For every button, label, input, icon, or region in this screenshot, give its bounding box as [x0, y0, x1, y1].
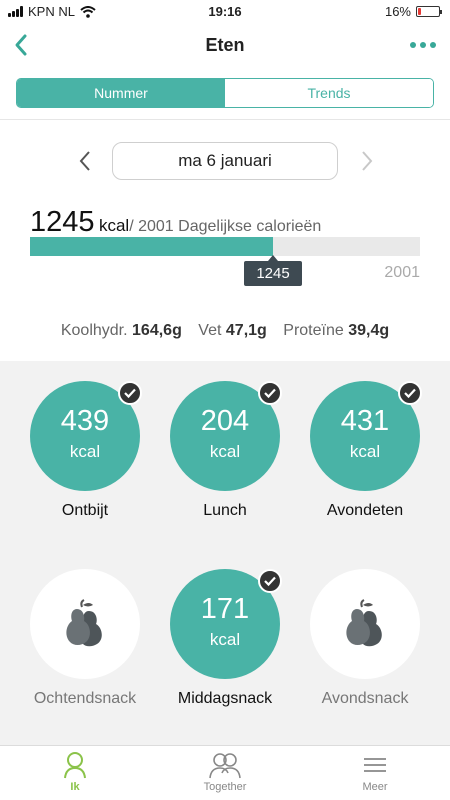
- previous-day-icon[interactable]: [74, 148, 98, 174]
- date-picker-button[interactable]: ma 6 januari: [112, 142, 338, 180]
- calorie-progress-bar: [30, 237, 420, 256]
- meal-kcal-unit: kcal: [349, 442, 381, 461]
- meal-kcal-value: 171: [200, 593, 250, 625]
- tab-meer[interactable]: Meer: [325, 751, 425, 793]
- tab-ik[interactable]: Ik: [25, 751, 125, 793]
- meal-circle[interactable]: 204 kcal: [170, 381, 282, 491]
- battery-percent: 16%: [384, 4, 411, 19]
- segment-container: Nummer Trends: [0, 68, 450, 120]
- tab-label: Together: [203, 781, 247, 793]
- calorie-progress-fill: [30, 237, 273, 256]
- meal-circle[interactable]: [30, 569, 140, 679]
- meal-kcal-value: 431: [340, 405, 390, 437]
- fat-label: Vet: [198, 322, 222, 339]
- check-icon: [118, 381, 142, 405]
- protein-label: Proteïne: [283, 322, 344, 339]
- meal-avondeten[interactable]: 431 kcal Avondeten: [295, 381, 435, 521]
- meal-ontbijt[interactable]: 439 kcal Ontbijt: [15, 381, 155, 521]
- calories-unit: kcal: [98, 216, 130, 235]
- meal-label: Avondeten: [326, 502, 404, 519]
- tab-nummer[interactable]: Nummer: [17, 79, 225, 107]
- meal-kcal-unit: kcal: [209, 442, 241, 461]
- tab-together[interactable]: Together: [175, 751, 275, 793]
- progress-tooltip: 1245: [244, 255, 302, 286]
- date-selector: ma 6 januari: [0, 142, 450, 180]
- macro-summary: Koolhydr. 164,6g Vet 47,1g Proteïne 39,4…: [0, 322, 450, 340]
- meal-label: Lunch: [203, 502, 247, 519]
- check-icon: [398, 381, 422, 405]
- calories-consumed: 1245: [30, 206, 95, 238]
- pear-icon: [346, 599, 382, 647]
- status-right: 16%: [384, 4, 442, 19]
- protein-value: 39,4g: [348, 322, 390, 339]
- check-icon: [258, 381, 282, 405]
- calories-goal-text: / 2001 Dagelijkse calorieën: [129, 218, 322, 235]
- pear-icon: [66, 599, 102, 647]
- segmented-control: Nummer Trends: [16, 78, 434, 108]
- person-icon: [64, 752, 86, 779]
- meal-circle[interactable]: [310, 569, 420, 679]
- calorie-total: 1245 kcal/ 2001 Dagelijkse calorieën: [30, 206, 321, 239]
- meal-kcal-value: 439: [60, 405, 110, 437]
- tab-trends[interactable]: Trends: [225, 79, 433, 107]
- menu-icon: [364, 758, 386, 772]
- meal-circle[interactable]: 439 kcal: [30, 381, 142, 491]
- status-time: 19:16: [208, 4, 242, 19]
- meal-ochtendsnack[interactable]: Ochtendsnack: [15, 569, 155, 709]
- calorie-summary: ma 6 januari 1245 kcal/ 2001 Dagelijkse …: [0, 120, 450, 361]
- carbs-label: Koolhydr.: [60, 322, 128, 339]
- meal-middagsnack[interactable]: 171 kcal Middagsnack: [155, 569, 295, 709]
- meal-kcal-value: 204: [200, 405, 250, 437]
- meal-circle[interactable]: 431 kcal: [310, 381, 422, 491]
- more-options-icon[interactable]: [408, 32, 438, 58]
- battery-icon: [416, 6, 442, 17]
- next-day-icon[interactable]: [354, 148, 378, 174]
- meal-label: Middagsnack: [177, 690, 273, 707]
- bottom-tab-bar: Ik Together Meer: [0, 745, 450, 800]
- carbs-value: 164,6g: [132, 322, 182, 339]
- meal-label: Ontbijt: [61, 502, 109, 519]
- nav-bar: Eten: [0, 24, 450, 68]
- meal-kcal-unit: kcal: [209, 630, 241, 649]
- meal-kcal-unit: kcal: [69, 442, 101, 461]
- page-title: Eten: [205, 35, 245, 55]
- check-icon: [258, 569, 282, 593]
- progress-goal-label: 2001: [384, 264, 420, 281]
- meal-label: Ochtendsnack: [33, 690, 137, 707]
- tab-label: Ik: [70, 781, 80, 793]
- meal-circle[interactable]: 171 kcal: [170, 569, 282, 679]
- tab-label: Meer: [362, 781, 388, 793]
- meal-label: Avondsnack: [321, 690, 409, 707]
- meal-avondsnack[interactable]: Avondsnack: [295, 569, 435, 709]
- fat-value: 47,1g: [225, 322, 267, 339]
- people-icon: [209, 753, 241, 779]
- status-bar: KPN NL 19:16 16%: [0, 0, 450, 24]
- meal-lunch[interactable]: 204 kcal Lunch: [155, 381, 295, 521]
